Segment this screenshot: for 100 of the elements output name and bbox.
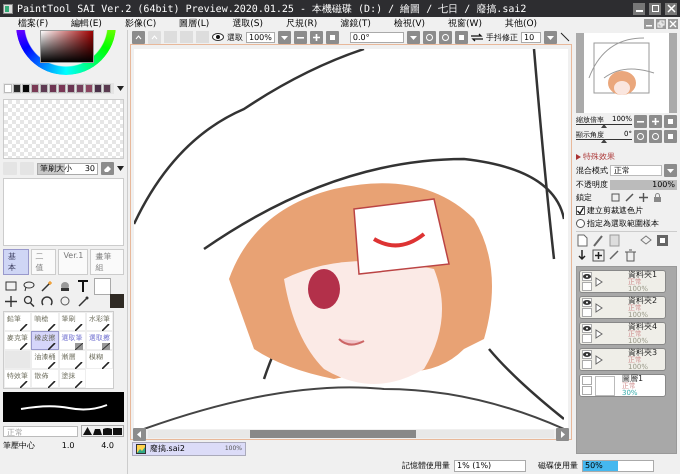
horizontal-scrollbar[interactable]: [148, 430, 554, 438]
lock-toggle[interactable]: [582, 282, 592, 291]
tool-tab[interactable]: 二值: [30, 249, 56, 275]
visibility-toggle[interactable]: [582, 376, 592, 385]
zoom-out-button[interactable]: [294, 30, 307, 44]
magic-wand-icon[interactable]: [40, 280, 54, 292]
zoom-in-button[interactable]: [310, 30, 323, 44]
zoom-slider-handle[interactable]: [601, 124, 607, 128]
color-square[interactable]: [40, 30, 94, 63]
zoom-reset-button[interactable]: [664, 115, 677, 128]
color-swatch[interactable]: [76, 84, 84, 93]
lock-toggle[interactable]: [582, 334, 592, 343]
zoom-reset-button[interactable]: [326, 30, 339, 44]
expand-arrow-icon[interactable]: [595, 276, 603, 286]
background-color[interactable]: [110, 294, 124, 308]
visibility-toggle[interactable]: [582, 324, 592, 333]
tool-tab[interactable]: 畫筆組: [90, 249, 124, 275]
menu-item[interactable]: 編輯(E): [63, 17, 110, 30]
color-swatch[interactable]: [58, 84, 66, 93]
menu-item[interactable]: 影像(C): [116, 17, 164, 30]
layer-stack-icon[interactable]: [640, 234, 653, 247]
layer-mask-icon[interactable]: [656, 234, 669, 247]
visibility-toggle[interactable]: [582, 272, 592, 281]
opacity-slider[interactable]: 100%: [610, 180, 677, 190]
menu-item[interactable]: 選取(S): [224, 17, 272, 30]
rotate-reset-button[interactable]: [664, 130, 677, 143]
line-tool-icon[interactable]: [560, 32, 570, 42]
visibility-toggle[interactable]: [582, 298, 592, 307]
menu-item[interactable]: 尺規(R): [278, 17, 326, 30]
rotate-icon[interactable]: [40, 294, 54, 306]
zoom-in-button[interactable]: [649, 115, 662, 128]
expand-arrow-icon[interactable]: [595, 302, 603, 312]
color-swatch[interactable]: [67, 84, 75, 93]
minimize-button[interactable]: [633, 2, 645, 14]
color-swatch[interactable]: [4, 84, 12, 93]
menu-item[interactable]: 視窗(W): [440, 17, 490, 30]
color-swatch[interactable]: [31, 84, 39, 93]
nav-back-button[interactable]: [132, 30, 145, 44]
pencil-icon[interactable]: [625, 193, 634, 202]
zoom-icon[interactable]: [22, 294, 36, 306]
navigator-preview[interactable]: [576, 33, 677, 113]
color-swatch[interactable]: [13, 84, 21, 93]
expand-arrow-icon[interactable]: [576, 154, 581, 160]
menu-item[interactable]: 檔案(F): [10, 17, 56, 30]
expand-arrow-icon[interactable]: [595, 328, 603, 338]
text-icon[interactable]: [76, 280, 90, 292]
radio-button[interactable]: [576, 219, 585, 228]
checkbox[interactable]: [576, 206, 585, 215]
rotate-right-button[interactable]: [649, 130, 662, 143]
dropdown-button[interactable]: [664, 164, 677, 177]
angle-dropdown-button[interactable]: [407, 30, 420, 44]
dropdown-arrow-icon[interactable]: [117, 86, 124, 91]
section-header[interactable]: 特殊效果: [583, 151, 615, 162]
trash-icon[interactable]: [624, 249, 637, 262]
angle-slider-handle[interactable]: [601, 139, 607, 143]
menu-item[interactable]: 圖層(L): [171, 17, 218, 30]
scroll-right-button[interactable]: [556, 428, 569, 440]
stabilizer-field[interactable]: 10: [521, 32, 541, 42]
color-swatch[interactable]: [49, 84, 57, 93]
expand-arrow-icon[interactable]: [595, 354, 603, 364]
menu-item[interactable]: 其他(O): [496, 17, 546, 30]
lock-toggle[interactable]: [582, 386, 592, 395]
tool-tab[interactable]: 基本: [3, 249, 29, 275]
add-layer-icon[interactable]: [592, 249, 605, 262]
menu-item[interactable]: 檢視(V): [386, 17, 434, 30]
scroll-left-button[interactable]: [133, 428, 146, 440]
close-button[interactable]: [665, 2, 677, 14]
rectangle-select-icon[interactable]: [4, 280, 18, 292]
dropdown-arrow-icon[interactable]: [117, 166, 124, 171]
eyedropper-icon[interactable]: [76, 294, 90, 306]
restore-button[interactable]: [656, 18, 666, 28]
zoom-out-button[interactable]: [634, 115, 647, 128]
zoom-dropdown-button[interactable]: [278, 30, 291, 44]
lock-toggle[interactable]: [582, 360, 592, 369]
menu-item[interactable]: 濾鏡(T): [332, 17, 379, 30]
eye-icon[interactable]: [212, 33, 224, 41]
rotate-left-button[interactable]: [634, 130, 647, 143]
move-icon[interactable]: [639, 193, 648, 202]
rotate-left-button[interactable]: [423, 30, 436, 44]
color-swatch[interactable]: [94, 84, 102, 93]
lasso-icon[interactable]: [22, 280, 36, 292]
color-swatch[interactable]: [85, 84, 93, 93]
lock-toggle[interactable]: [582, 308, 592, 317]
tool-tab[interactable]: Ver.1: [58, 249, 88, 275]
new-page-icon[interactable]: [576, 234, 589, 247]
eraser-toggle-button[interactable]: [101, 162, 114, 175]
visibility-toggle[interactable]: [582, 350, 592, 359]
color-swatch[interactable]: [40, 84, 48, 93]
lock-pixels-icon[interactable]: [611, 193, 620, 202]
rotate-right-button[interactable]: [439, 30, 452, 44]
maximize-button[interactable]: [649, 2, 661, 14]
foreground-color[interactable]: [94, 278, 111, 295]
flip-icon[interactable]: [471, 32, 484, 42]
angle-field[interactable]: 0.0°: [350, 32, 404, 42]
color-swatch[interactable]: [103, 84, 111, 93]
bucket-icon[interactable]: [58, 280, 72, 292]
color-swatch[interactable]: [22, 84, 30, 93]
move-icon[interactable]: [4, 294, 18, 306]
zoom-field[interactable]: 100%: [246, 32, 275, 42]
padlock-icon[interactable]: [653, 193, 662, 202]
